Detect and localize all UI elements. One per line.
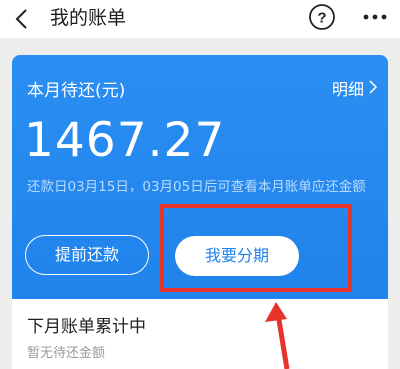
next-month-title: 下月账单累计中 [27, 317, 146, 337]
due-note: 还款日03月15日，03月05日后可查看本月账单应还金额 [27, 179, 366, 195]
due-amount: 1467.27 [24, 113, 226, 168]
chevron-left-icon[interactable] [14, 7, 30, 31]
question-circle-icon[interactable]: ? [308, 3, 336, 31]
page-title: 我的账单 [50, 7, 127, 29]
highlight-box [160, 204, 352, 292]
svg-text:?: ? [317, 10, 326, 27]
top-bar: 我的账单 ? [0, 0, 400, 38]
prepay-button[interactable]: 提前还款 [25, 235, 149, 275]
detail-link[interactable]: 明细 [332, 76, 364, 100]
due-label: 本月待还(元) [27, 81, 126, 101]
next-month-subtitle: 暂无待还金额 [27, 346, 106, 361]
arrow-up-icon [265, 302, 290, 369]
more-horizontal-icon[interactable] [362, 4, 388, 30]
chevron-right-icon[interactable] [368, 80, 378, 94]
